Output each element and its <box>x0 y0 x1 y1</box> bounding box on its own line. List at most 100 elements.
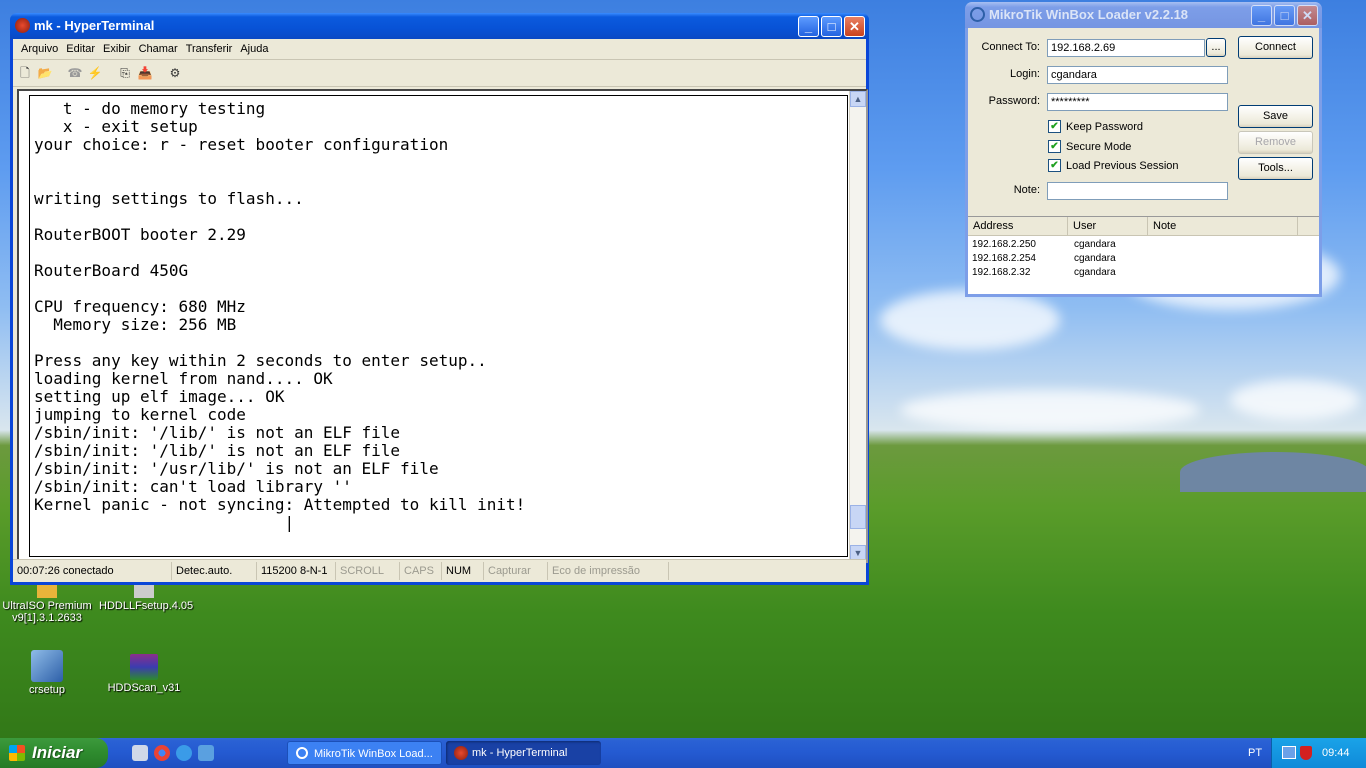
language-indicator[interactable]: PT <box>1248 738 1262 768</box>
login-field[interactable]: cgandara <box>1047 66 1228 84</box>
scroll-thumb[interactable] <box>850 505 866 529</box>
maximize-button[interactable]: □ <box>1274 5 1295 26</box>
task-winbox[interactable]: MikroTik WinBox Load... <box>287 741 442 765</box>
list-item[interactable]: 192.168.2.32 cgandara <box>968 266 1319 280</box>
status-caps: CAPS <box>400 562 442 580</box>
maximize-button[interactable]: □ <box>821 16 842 37</box>
distant-hill <box>1180 452 1366 492</box>
terminal-screen[interactable]: t - do memory testing x - exit setup you… <box>29 95 848 557</box>
connect-button[interactable]: Connect <box>1238 36 1313 59</box>
list-item[interactable]: 192.168.2.254 cgandara <box>968 252 1319 266</box>
receive-icon[interactable]: 📥 <box>137 65 153 81</box>
saved-sessions-list[interactable]: Address User Note 192.168.2.250 cgandara… <box>968 216 1319 294</box>
tools-button[interactable]: Tools... <box>1238 157 1313 180</box>
checkmark-icon: ✔ <box>1048 120 1061 133</box>
properties-icon[interactable]: ⚙ <box>167 65 183 81</box>
minimize-button[interactable]: _ <box>798 16 819 37</box>
hddllf-icon <box>134 584 154 598</box>
vertical-scrollbar[interactable]: ▲ ▼ <box>849 91 866 561</box>
scroll-up-icon[interactable]: ▲ <box>850 91 866 107</box>
menu-ajuda[interactable]: Ajuda <box>236 43 272 55</box>
network-icon[interactable] <box>1282 746 1296 759</box>
disconnect-icon[interactable]: ⚡ <box>87 65 103 81</box>
status-capture: Capturar <box>484 562 548 580</box>
minimize-button[interactable]: _ <box>1251 5 1272 26</box>
browse-button[interactable]: ... <box>1206 38 1226 57</box>
column-user[interactable]: User <box>1068 217 1148 235</box>
login-label: Login: <box>1010 68 1040 80</box>
note-field[interactable] <box>1047 182 1228 200</box>
clock: 09:44 <box>1322 747 1350 759</box>
taskbar: Iniciar MikroTik WinBox Load... mk - Hyp… <box>0 738 1366 768</box>
hyperterminal-titlebar[interactable]: mk - HyperTerminal _ □ ✕ <box>10 13 869 39</box>
desktop-quicklaunch-icon[interactable] <box>132 745 148 761</box>
call-icon[interactable]: ☎ <box>67 65 83 81</box>
winrar-archive-icon <box>130 654 158 680</box>
close-button[interactable]: ✕ <box>1297 5 1318 26</box>
terminal-area[interactable]: t - do memory testing x - exit setup you… <box>17 89 868 563</box>
remove-button[interactable]: Remove <box>1238 131 1313 154</box>
checkmark-icon: ✔ <box>1048 159 1061 172</box>
terminal-output: t - do memory testing x - exit setup you… <box>34 99 526 532</box>
chrome-quicklaunch-icon[interactable] <box>154 745 170 761</box>
menu-exibir[interactable]: Exibir <box>99 43 135 55</box>
ultraiso-icon <box>37 584 57 598</box>
winbox-app-icon <box>970 7 985 22</box>
quick-launch <box>132 745 214 761</box>
secure-mode-checkbox[interactable]: ✔ Secure Mode <box>1048 140 1131 153</box>
desktop-icon-crsetup[interactable]: crsetup <box>2 650 92 696</box>
hyperterminal-window: mk - HyperTerminal _ □ ✕ Arquivo Editar … <box>10 13 869 585</box>
toolbar: 🗋 📂 ☎ ⚡ ⎘ 📥 ⚙ <box>13 60 866 87</box>
status-bar: 00:07:26 conectado Detec.auto. 115200 8-… <box>13 559 866 582</box>
column-note[interactable]: Note <box>1148 217 1298 235</box>
password-field[interactable]: ********* <box>1047 93 1228 111</box>
start-button[interactable]: Iniciar <box>0 738 108 768</box>
new-icon[interactable]: 🗋 <box>17 65 33 81</box>
ie-quicklaunch-icon[interactable] <box>176 745 192 761</box>
keep-password-checkbox[interactable]: ✔ Keep Password <box>1048 120 1143 133</box>
status-detect: Detec.auto. <box>172 562 257 580</box>
winbox-titlebar[interactable]: MikroTik WinBox Loader v2.2.18 _ □ ✕ <box>965 2 1322 28</box>
cloud <box>900 390 1200 430</box>
hyperterminal-task-icon <box>454 746 468 760</box>
status-connection: 00:07:26 conectado <box>13 562 172 580</box>
menu-editar[interactable]: Editar <box>62 43 99 55</box>
desktop-icon-hddllf[interactable]: HDDLLFsetup.4.05 <box>99 584 193 612</box>
winbox-title: MikroTik WinBox Loader v2.2.18 <box>989 7 1189 22</box>
system-tray: 09:44 <box>1271 738 1366 768</box>
connect-to-field[interactable]: 192.168.2.69 <box>1047 39 1205 57</box>
column-address[interactable]: Address <box>968 217 1068 235</box>
menu-transferir[interactable]: Transferir <box>182 43 237 55</box>
hyperterminal-app-icon <box>15 18 30 33</box>
window-title: mk - HyperTerminal <box>34 18 155 33</box>
menu-chamar[interactable]: Chamar <box>135 43 182 55</box>
note-label: Note: <box>1013 184 1040 196</box>
checkmark-icon: ✔ <box>1048 140 1061 153</box>
status-params: 115200 8-N-1 <box>257 562 336 580</box>
desktop-icon-hddscan[interactable]: HDDScan_v31 <box>99 654 189 694</box>
winbox-task-icon <box>296 747 308 759</box>
menu-arquivo[interactable]: Arquivo <box>17 43 62 55</box>
crsetup-icon <box>31 650 63 682</box>
status-echo: Eco de impressão <box>548 562 669 580</box>
load-previous-session-checkbox[interactable]: ✔ Load Previous Session <box>1048 159 1179 172</box>
shield-icon[interactable] <box>1300 746 1312 760</box>
winbox-body: Connect To: 192.168.2.69 ... Connect Log… <box>968 28 1319 294</box>
save-button[interactable]: Save <box>1238 105 1313 128</box>
list-header: Address User Note <box>968 217 1319 236</box>
cloud <box>880 290 1060 350</box>
connect-to-label: Connect To: <box>981 41 1040 53</box>
status-num: NUM <box>442 562 484 580</box>
desktop-icon-ultraiso[interactable]: UltraISO Premium v9[1].3.1.2633 <box>2 584 92 624</box>
menu-bar: Arquivo Editar Exibir Chamar Transferir … <box>13 39 866 60</box>
open-folder-icon[interactable]: 📂 <box>37 65 53 81</box>
password-label: Password: <box>988 95 1040 107</box>
close-button[interactable]: ✕ <box>844 16 865 37</box>
status-scroll: SCROLL <box>336 562 400 580</box>
windows-flag-icon <box>9 745 25 761</box>
task-hyperterminal[interactable]: mk - HyperTerminal <box>446 741 601 765</box>
app-quicklaunch-icon[interactable] <box>198 745 214 761</box>
list-item[interactable]: 192.168.2.250 cgandara <box>968 238 1319 252</box>
send-icon[interactable]: ⎘ <box>117 65 133 81</box>
cloud <box>1230 380 1360 420</box>
